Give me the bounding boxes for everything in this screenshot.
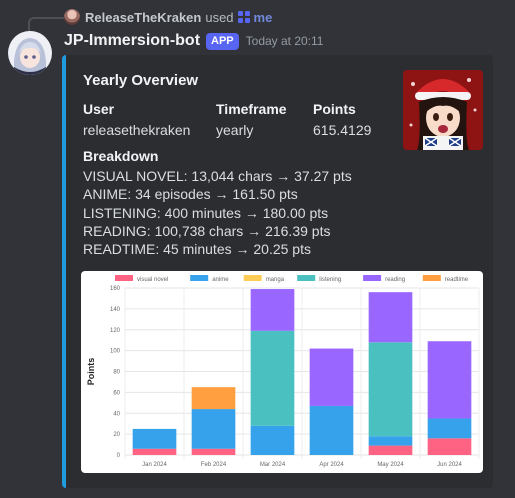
bar-4-1 (368, 436, 413, 446)
y-tick-label-7: 140 (110, 307, 121, 313)
field-user-name: User (83, 101, 115, 117)
legend-swatch-2 (243, 275, 262, 281)
x-tick-label-0: Jan 2024 (142, 462, 167, 468)
breakdown-line-visual-novel: VISUAL NOVEL: 13,044 chars → 37.27 pts (83, 168, 352, 184)
replied-username[interactable]: ReleaseTheKraken (85, 10, 201, 25)
x-tick-label-2: Mar 2024 (260, 462, 286, 468)
bar-1-5 (191, 387, 236, 410)
y-tick-label-6: 120 (110, 328, 121, 334)
y-tick-label-3: 60 (113, 390, 120, 396)
message-header: JP-Immersion-bot APP Today at 20:11 (64, 32, 323, 50)
breakdown-list: VISUAL NOVEL: 13,044 chars → 37.27 pts A… (83, 167, 352, 258)
field-timeframe-name: Timeframe (216, 101, 287, 117)
x-tick-label-3: Apr 2024 (319, 462, 344, 468)
embed-title: Yearly Overview (83, 72, 199, 89)
thumbnail-art (403, 70, 483, 150)
breakdown-line-listening: LISTENING: 400 minutes → 180.00 pts (83, 204, 329, 221)
slash-command-chip[interactable]: me (237, 10, 273, 25)
y-tick-label-5: 100 (110, 349, 121, 355)
field-points-name: Points (313, 101, 356, 117)
legend-swatch-4 (363, 275, 382, 281)
breakdown-line-reading: READING: 100,738 chars → 216.39 pts (83, 222, 331, 239)
bar-4-4 (368, 292, 413, 343)
replied-user-avatar[interactable] (64, 9, 80, 25)
reply-connector (28, 17, 64, 31)
y-tick-label-2: 40 (113, 411, 120, 417)
bar-5-0 (427, 438, 472, 455)
stacked-bar-chart: visual novel anime manga listening reading re… (86, 275, 480, 468)
y-tick-label-8: 160 (110, 286, 121, 292)
bar-0-1 (132, 428, 177, 449)
legend-swatch-1 (190, 275, 209, 281)
legend-label-0: visual novel (137, 277, 168, 283)
bar-1-0 (191, 448, 236, 455)
y-axis-label: Points (86, 358, 96, 386)
field-points-value: 615.4129 (313, 122, 372, 138)
x-tick-label-1: Feb 2024 (201, 462, 227, 468)
bar-4-0 (368, 445, 413, 455)
bar-3-1 (309, 405, 354, 455)
legend-label-4: reading (385, 277, 405, 283)
legend-label-2: manga (266, 277, 285, 283)
legend-swatch-3 (297, 275, 316, 281)
bar-0-0 (132, 448, 177, 455)
field-timeframe-value: yearly (216, 122, 254, 138)
field-user-value: releasethekraken (83, 122, 191, 138)
bot-username[interactable]: JP-Immersion-bot (64, 32, 200, 50)
breakdown-line-readtime: READTIME: 45 minutes → 20.25 pts (83, 241, 311, 258)
y-tick-label-1: 20 (113, 432, 120, 438)
y-tick-label-4: 80 (113, 370, 120, 376)
bar-5-4 (427, 341, 472, 419)
y-tick-label-0: 0 (117, 453, 121, 459)
embed-thumbnail[interactable] (403, 70, 483, 150)
field-timeframe: Timeframe yearly (216, 101, 287, 138)
x-tick-label-4: May 2024 (377, 462, 404, 468)
message-timestamp[interactable]: Today at 20:11 (246, 34, 324, 48)
reply-context[interactable]: ReleaseTheKraken used me (64, 8, 272, 26)
field-points: Points 615.4129 (313, 101, 371, 138)
legend-label-1: anime (212, 277, 229, 283)
bot-avatar[interactable] (8, 31, 52, 75)
x-tick-label-5: Jun 2024 (437, 462, 462, 468)
bar-5-1 (427, 418, 472, 439)
bar-4-3 (368, 342, 413, 437)
bot-avatar-art (8, 31, 52, 75)
bar-2-4 (250, 289, 295, 331)
breakdown-line-anime: ANIME: 34 episodes → 161.50 pts (83, 186, 298, 203)
legend-swatch-0 (115, 275, 133, 281)
legend-swatch-5 (422, 275, 441, 281)
reply-used-text: used (205, 9, 234, 25)
bar-2-1 (250, 425, 295, 455)
app-badge: APP (206, 32, 239, 50)
bar-1-1 (191, 409, 236, 449)
embed-card: Yearly Overview User releasethekraken Ti… (62, 55, 493, 488)
legend-label-3: listening (319, 277, 341, 283)
field-user: User releasethekraken (83, 101, 190, 138)
embed-chart-image[interactable]: visual novel anime manga listening reading re… (81, 271, 483, 473)
breakdown-title: Breakdown (83, 148, 159, 164)
legend-label-5: readtime (445, 277, 469, 283)
bar-3-4 (309, 348, 354, 406)
bar-2-3 (250, 330, 295, 426)
command-name[interactable]: me (254, 10, 273, 25)
slash-command-icon (237, 11, 251, 23)
